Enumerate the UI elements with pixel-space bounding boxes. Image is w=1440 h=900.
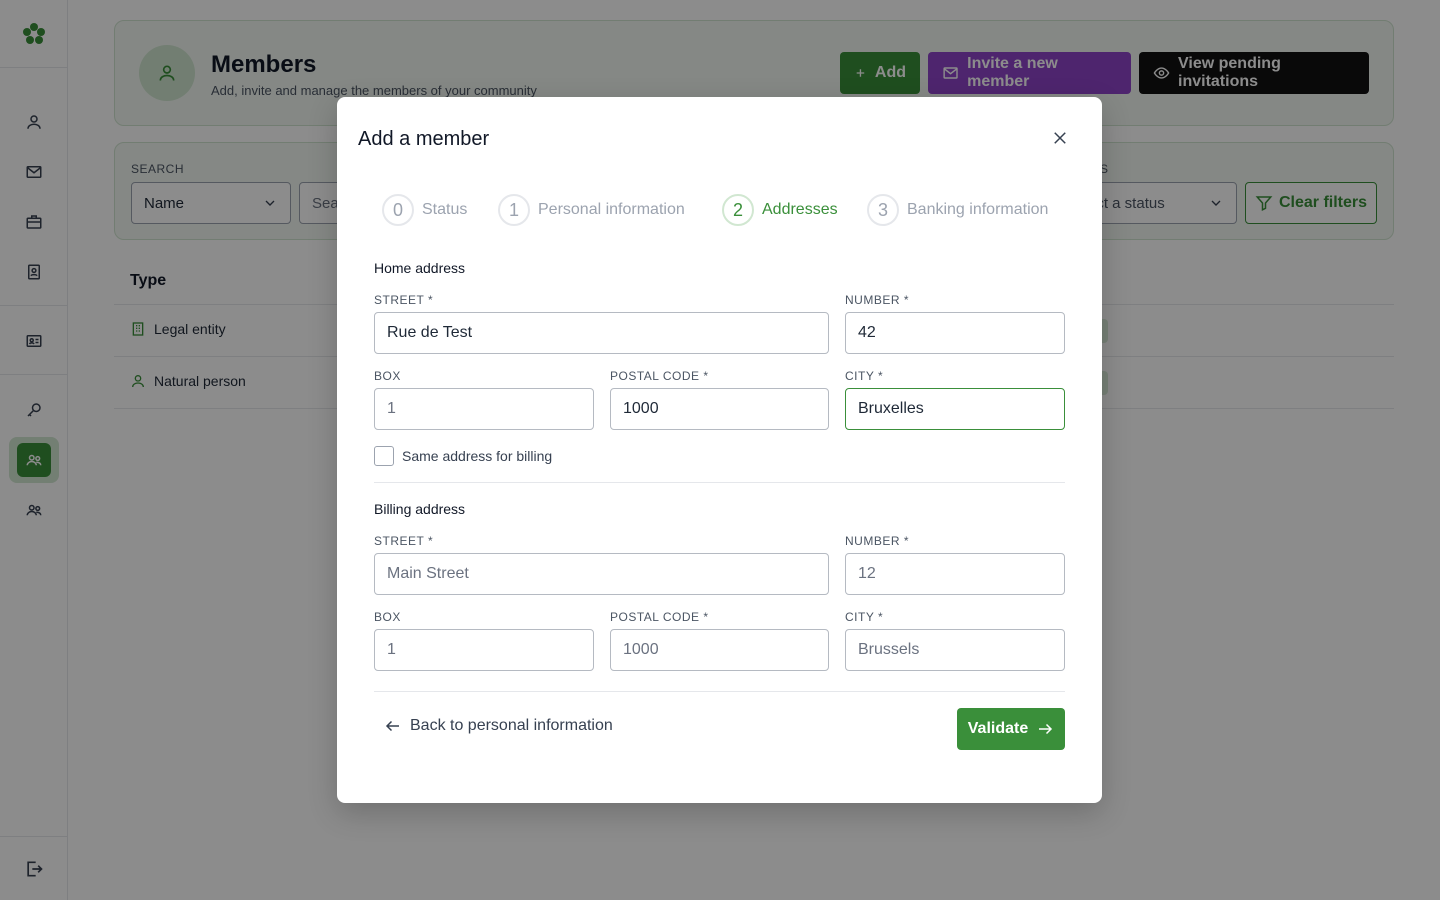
billing-postal-label: POSTAL CODE * bbox=[610, 610, 709, 624]
step-label: Status bbox=[422, 201, 468, 218]
step-status[interactable]: 0 Status bbox=[382, 194, 467, 226]
divider bbox=[374, 482, 1065, 483]
step-addresses[interactable]: 2 Addresses bbox=[722, 194, 838, 226]
add-member-modal: Add a member 0 Status 1 Personal informa… bbox=[337, 97, 1102, 803]
arrow-left-icon bbox=[385, 720, 399, 732]
same-address-checkbox[interactable] bbox=[374, 446, 394, 466]
step-label: Personal information bbox=[538, 201, 685, 218]
billing-address-title: Billing address bbox=[374, 501, 466, 517]
home-city-input[interactable] bbox=[845, 388, 1065, 430]
home-box-label: BOX bbox=[374, 369, 401, 383]
step-number: 1 bbox=[498, 194, 530, 226]
same-address-label: Same address for billing bbox=[402, 448, 553, 464]
billing-city-label: CITY * bbox=[845, 610, 884, 624]
billing-number-input[interactable] bbox=[845, 553, 1065, 595]
billing-city-input[interactable] bbox=[845, 629, 1065, 671]
step-label: Banking information bbox=[907, 201, 1049, 218]
back-label: Back to personal information bbox=[410, 717, 613, 734]
step-banking-information[interactable]: 3 Banking information bbox=[867, 194, 1048, 226]
home-street-label: STREET * bbox=[374, 293, 434, 307]
validate-button[interactable]: Validate bbox=[957, 708, 1065, 750]
billing-street-label: STREET * bbox=[374, 534, 434, 548]
step-number: 2 bbox=[722, 194, 754, 226]
step-personal-information[interactable]: 1 Personal information bbox=[498, 194, 685, 226]
billing-box-input[interactable] bbox=[374, 629, 594, 671]
back-to-personal-info-button[interactable]: Back to personal information bbox=[384, 717, 613, 735]
billing-street-input[interactable] bbox=[374, 553, 829, 595]
home-postal-input[interactable] bbox=[610, 388, 829, 430]
home-street-input[interactable] bbox=[374, 312, 829, 354]
validate-label: Validate bbox=[967, 720, 1029, 737]
step-label: Addresses bbox=[762, 201, 838, 218]
arrow-right-icon bbox=[1039, 723, 1053, 735]
home-postal-label: POSTAL CODE * bbox=[610, 369, 709, 383]
home-city-label: CITY * bbox=[845, 369, 884, 383]
billing-box-label: BOX bbox=[374, 610, 401, 624]
divider bbox=[374, 691, 1065, 692]
home-address-title: Home address bbox=[374, 260, 466, 276]
close-icon[interactable] bbox=[1049, 127, 1071, 149]
same-address-checkbox-row[interactable]: Same address for billing bbox=[374, 446, 552, 466]
step-number: 0 bbox=[382, 194, 414, 226]
billing-postal-input[interactable] bbox=[610, 629, 829, 671]
home-number-label: NUMBER * bbox=[845, 293, 910, 307]
home-box-input[interactable] bbox=[374, 388, 594, 430]
billing-number-label: NUMBER * bbox=[845, 534, 910, 548]
home-number-input[interactable] bbox=[845, 312, 1065, 354]
modal-title: Add a member bbox=[358, 128, 490, 150]
step-number: 3 bbox=[867, 194, 899, 226]
